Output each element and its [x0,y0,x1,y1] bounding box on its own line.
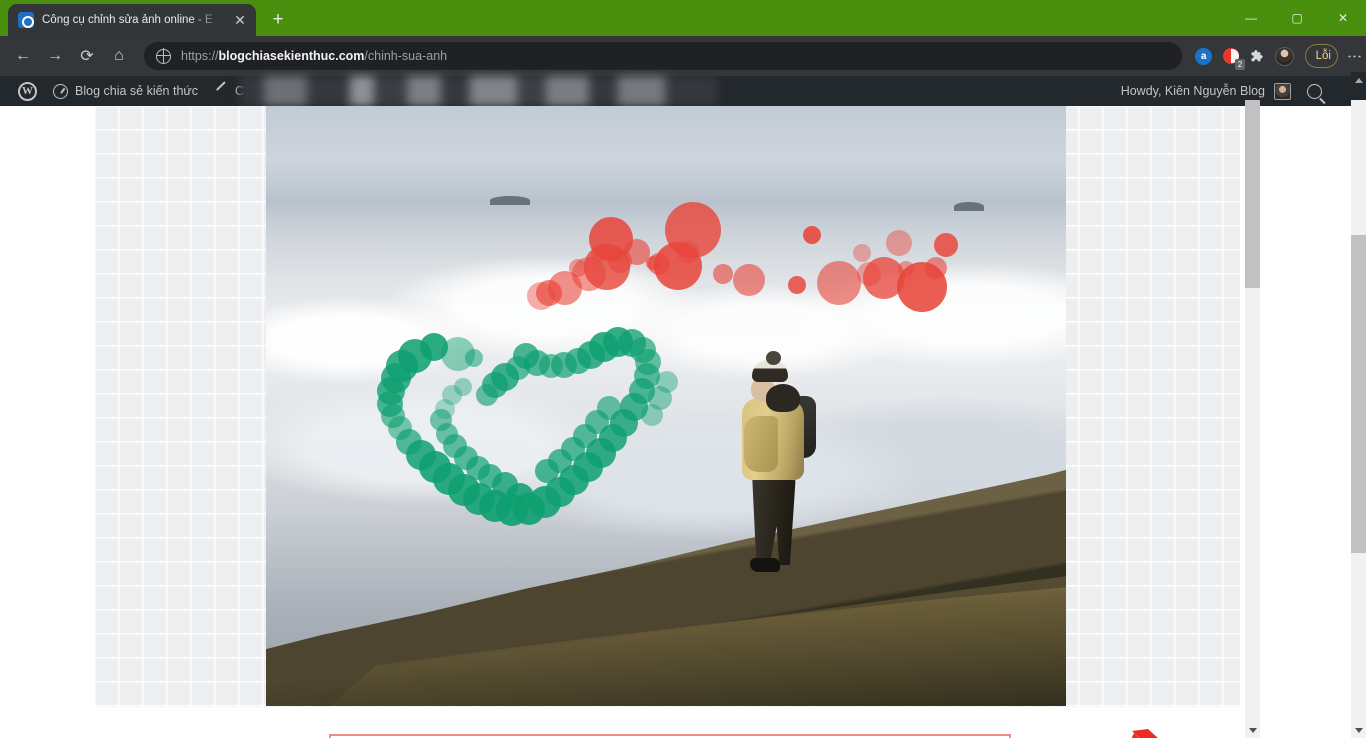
url-scheme: https:// [181,49,219,63]
photo-image[interactable] [266,106,1066,706]
tab-strip: Công cụ chỉnh sửa ảnh online - E ✕ + — ▢… [0,0,1366,36]
wordpress-logo-icon [18,81,37,101]
page-scrollbar-down-arrow[interactable] [1351,722,1366,738]
wp-logo-menu[interactable] [10,76,45,106]
url-text: https://blogchiasekienthuc.com/chinh-sua… [181,49,447,63]
annotation-arrow [1131,729,1158,738]
howdy-label[interactable]: Howdy, Kiên Nguyễn Blog [1121,84,1265,98]
forward-icon[interactable]: → [40,41,70,71]
dashboard-icon [53,83,68,99]
error-indicator-pill[interactable]: Lỗi [1304,44,1338,68]
site-name-label: Blog chia sẻ kiến thức [75,84,199,98]
globe-icon [155,48,171,64]
maximize-button[interactable]: ▢ [1274,0,1320,36]
admin-bar-right: Howdy, Kiên Nguyễn Blog [1121,76,1322,106]
adblock-extension-icon[interactable]: a [1192,44,1216,68]
boot [750,558,780,572]
browser-tab[interactable]: Công cụ chỉnh sửa ảnh online - E ✕ [8,4,256,36]
search-icon[interactable] [1307,83,1322,99]
url-domain: blogchiasekienthuc.com [218,49,365,63]
new-tab-button[interactable]: + [264,5,292,33]
hood [766,384,800,412]
extension-icons: a 2 Lỗi ⋮ [1192,44,1363,70]
editor-scrollbar-down-arrow[interactable] [1245,722,1260,738]
page-scrollbar-up-arrow[interactable] [1351,72,1366,89]
error-pill-label: Lỗi [1315,50,1331,62]
arm [744,416,778,472]
browser-window: Công cụ chỉnh sửa ảnh online - E ✕ + — ▢… [0,0,1366,738]
legs [752,473,796,565]
hiker-figure [726,351,836,588]
minimize-button[interactable]: — [1228,0,1274,36]
window-controls: — ▢ ✕ [1228,0,1366,36]
editor-scrollbar-thumb[interactable] [1245,100,1260,288]
address-bar[interactable]: https://blogchiasekienthuc.com/chinh-sua… [144,42,1182,70]
wp-admin-bar: Blog chia sẻ kiến thức C Howdy, Kiên Ngu… [0,76,1366,106]
extension-badge-count: 2 [1235,59,1245,70]
tab-title: Công cụ chỉnh sửa ảnh online - E [42,14,213,26]
home-icon[interactable]: ⌂ [104,41,134,71]
site-name-menu[interactable]: Blog chia sẻ kiến thức [45,76,206,106]
reload-icon[interactable]: ⟳ [72,41,102,71]
editor-canvas[interactable] [95,106,1240,738]
page-body: Cancel [0,106,1366,738]
close-icon[interactable]: ✕ [232,12,248,28]
distant-peak [490,196,530,205]
badge-extension-icon[interactable]: 2 [1219,44,1245,70]
url-path: /chinh-sua-anh [364,49,448,63]
image-editor [95,106,1245,738]
site-favicon [18,12,34,28]
browser-menu-icon[interactable]: ⋮ [1344,49,1363,64]
profile-avatar[interactable] [1273,44,1297,68]
brush-toolbar-panel: Brush Color Brush Type [329,734,1011,738]
puzzle-icon[interactable] [1246,44,1270,68]
pompom [766,351,781,365]
paintbrush-icon [214,84,228,98]
blurred-admin-items [240,76,718,106]
page-scrollbar-thumb[interactable] [1351,235,1366,553]
browser-toolbar: ← → ⟳ ⌂ https://blogchiasekienthuc.com/c… [0,36,1366,76]
window-close-button[interactable]: ✕ [1320,0,1366,36]
back-icon[interactable]: ← [8,41,38,71]
avatar[interactable] [1274,82,1291,100]
distant-peak [954,202,984,211]
